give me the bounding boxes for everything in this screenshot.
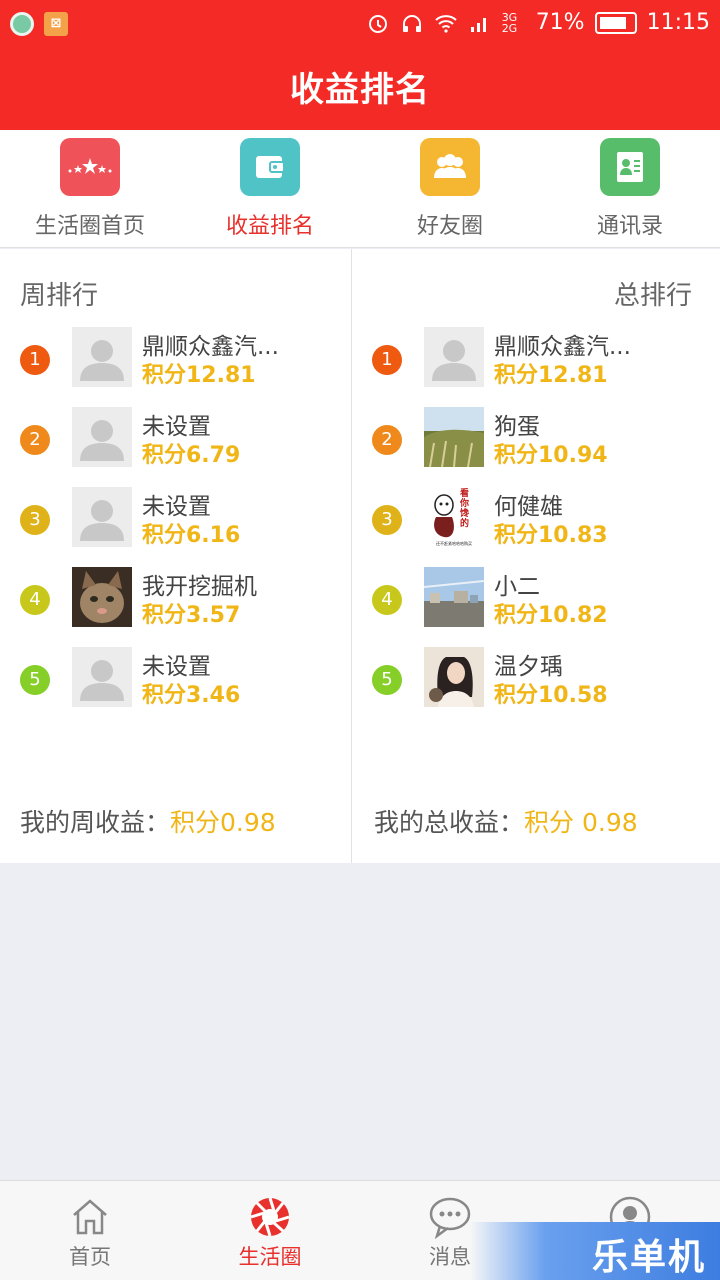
total-title: 总排行: [613, 281, 692, 311]
network-type: 3G 2G: [501, 10, 518, 35]
top-nav: 生活圈首页 收益排名 好友圈 通讯录: [0, 130, 720, 248]
user-name: 温夕瑀: [494, 654, 563, 680]
list-item[interactable]: 2 狗蛋 积分10.94: [352, 407, 720, 471]
user-score: 积分6.16: [142, 523, 241, 548]
rank-badge: 3: [20, 505, 50, 535]
city-avatar: [424, 567, 484, 627]
rank-badge: 5: [372, 665, 402, 695]
watermark: 乐单机: [470, 1222, 720, 1280]
nav-label: 好友圈: [416, 214, 483, 239]
stars-icon: [60, 138, 120, 196]
weekly-title: 周排行: [20, 281, 99, 311]
avatar: [72, 487, 132, 547]
meme-caption-top: 看你馋的: [460, 489, 470, 529]
user-score: 积分10.82: [494, 603, 608, 628]
total-ranking: 总排行 1 鼎顺众鑫汽... 积分12.81 2 狗蛋 积分10.94 3 看你…: [352, 249, 720, 863]
nav-life-circle-home[interactable]: 生活圈首页: [0, 130, 180, 248]
my-weekly-income-value: 积分0.98: [170, 808, 276, 837]
watermark-text: 乐单机: [591, 1237, 706, 1278]
user-score: 积分3.57: [142, 603, 241, 628]
wifi-icon: [435, 14, 457, 33]
my-weekly-income: 我的周收益：积分0.98: [20, 803, 276, 839]
nav-label: 生活圈首页: [34, 214, 145, 239]
my-total-income-value: 积分 0.98: [524, 808, 638, 837]
user-name: 小二: [494, 574, 540, 600]
list-item[interactable]: 1 鼎顺众鑫汽... 积分12.81: [352, 327, 720, 391]
status-bar: ⊠ 3G 2G 71% 11:15: [0, 0, 720, 50]
nav-label: 通讯录: [596, 214, 663, 239]
list-item[interactable]: 5 温夕瑀 积分10.58: [352, 647, 720, 711]
rank-badge: 1: [372, 345, 402, 375]
user-name: 鼎顺众鑫汽...: [142, 334, 279, 360]
home-icon: [73, 1199, 107, 1235]
clock: 11:15: [646, 10, 710, 35]
rank-badge: 1: [20, 345, 50, 375]
my-total-income-label: 我的总收益：: [374, 808, 525, 837]
wallet-icon: [240, 138, 300, 196]
alarm-icon: [368, 14, 387, 33]
tab-label: 首页: [69, 1245, 111, 1269]
tab-label: 生活圈: [238, 1245, 302, 1269]
rank-badge: 4: [372, 585, 402, 615]
user-name: 何健雄: [494, 494, 563, 520]
list-item[interactable]: 4 小二 积分10.82: [352, 567, 720, 631]
list-item[interactable]: 3 未设置 积分6.16: [0, 487, 350, 551]
user-name: 未设置: [142, 414, 211, 440]
my-weekly-income-label: 我的周收益：: [20, 808, 171, 837]
battery-percent: 71%: [535, 10, 585, 35]
nav-friends-circle[interactable]: 好友圈: [360, 130, 540, 248]
my-total-income: 我的总收益：积分 0.98: [374, 803, 638, 839]
app-notification-icon-2: ⊠: [44, 12, 68, 36]
chat-bubble-icon: [429, 1197, 471, 1239]
meme-avatar: 看你馋的 还不赶紧哈哈哈购买: [424, 487, 484, 547]
list-item[interactable]: 1 鼎顺众鑫汽... 积分12.81: [0, 327, 350, 391]
list-item[interactable]: 5 未设置 积分3.46: [0, 647, 350, 711]
rank-badge: 5: [20, 665, 50, 695]
list-item[interactable]: 4 我开挖掘机 积分3.57: [0, 567, 350, 631]
aperture-icon: [250, 1197, 290, 1237]
contact-card-icon: [600, 138, 660, 196]
headphones-icon: [402, 14, 421, 32]
ranking-panel: 周排行 1 鼎顺众鑫汽... 积分12.81 2 未设置 积分6.79 3 未设…: [0, 249, 720, 863]
group-icon: [420, 138, 480, 196]
battery-icon: [594, 11, 637, 34]
portrait-avatar: [424, 647, 484, 707]
app-notification-icon: [10, 12, 34, 36]
list-item[interactable]: 2 未设置 积分6.79: [0, 407, 350, 471]
landscape-avatar: [424, 407, 484, 467]
nav-label: 收益排名: [225, 214, 314, 239]
user-score: 积分3.46: [142, 683, 241, 708]
rank-badge: 2: [372, 425, 402, 455]
cat-avatar: [72, 567, 132, 627]
rank-badge: 4: [20, 585, 50, 615]
weekly-ranking: 周排行 1 鼎顺众鑫汽... 积分12.81 2 未设置 积分6.79 3 未设…: [0, 249, 350, 863]
page-title: 收益排名: [290, 70, 430, 110]
tab-home[interactable]: 首页: [0, 1181, 180, 1280]
signal-icon: [470, 17, 486, 32]
list-item[interactable]: 3 看你馋的 还不赶紧哈哈哈购买 何健雄 积分10.83: [352, 487, 720, 551]
user-name: 狗蛋: [494, 414, 540, 440]
app-header: 收益排名: [0, 50, 720, 130]
user-name: 鼎顺众鑫汽...: [494, 334, 631, 360]
avatar: [72, 647, 132, 707]
avatar: [72, 327, 132, 387]
nav-income-ranking[interactable]: 收益排名: [180, 130, 360, 248]
user-score: 积分10.58: [494, 683, 608, 708]
user-score: 积分12.81: [142, 363, 256, 388]
rank-badge: 3: [372, 505, 402, 535]
user-name: 我开挖掘机: [142, 574, 257, 600]
user-score: 积分10.94: [494, 443, 608, 468]
meme-caption-bottom: 还不赶紧哈哈哈购买: [436, 541, 472, 546]
avatar: [424, 327, 484, 387]
tab-life-circle[interactable]: 生活圈: [180, 1181, 360, 1280]
nav-contacts[interactable]: 通讯录: [540, 130, 720, 248]
user-name: 未设置: [142, 654, 211, 680]
rank-badge: 2: [20, 425, 50, 455]
user-name: 未设置: [142, 494, 211, 520]
user-score: 积分12.81: [494, 363, 608, 388]
user-score: 积分6.79: [142, 443, 241, 468]
avatar: [72, 407, 132, 467]
user-score: 积分10.83: [494, 523, 608, 548]
